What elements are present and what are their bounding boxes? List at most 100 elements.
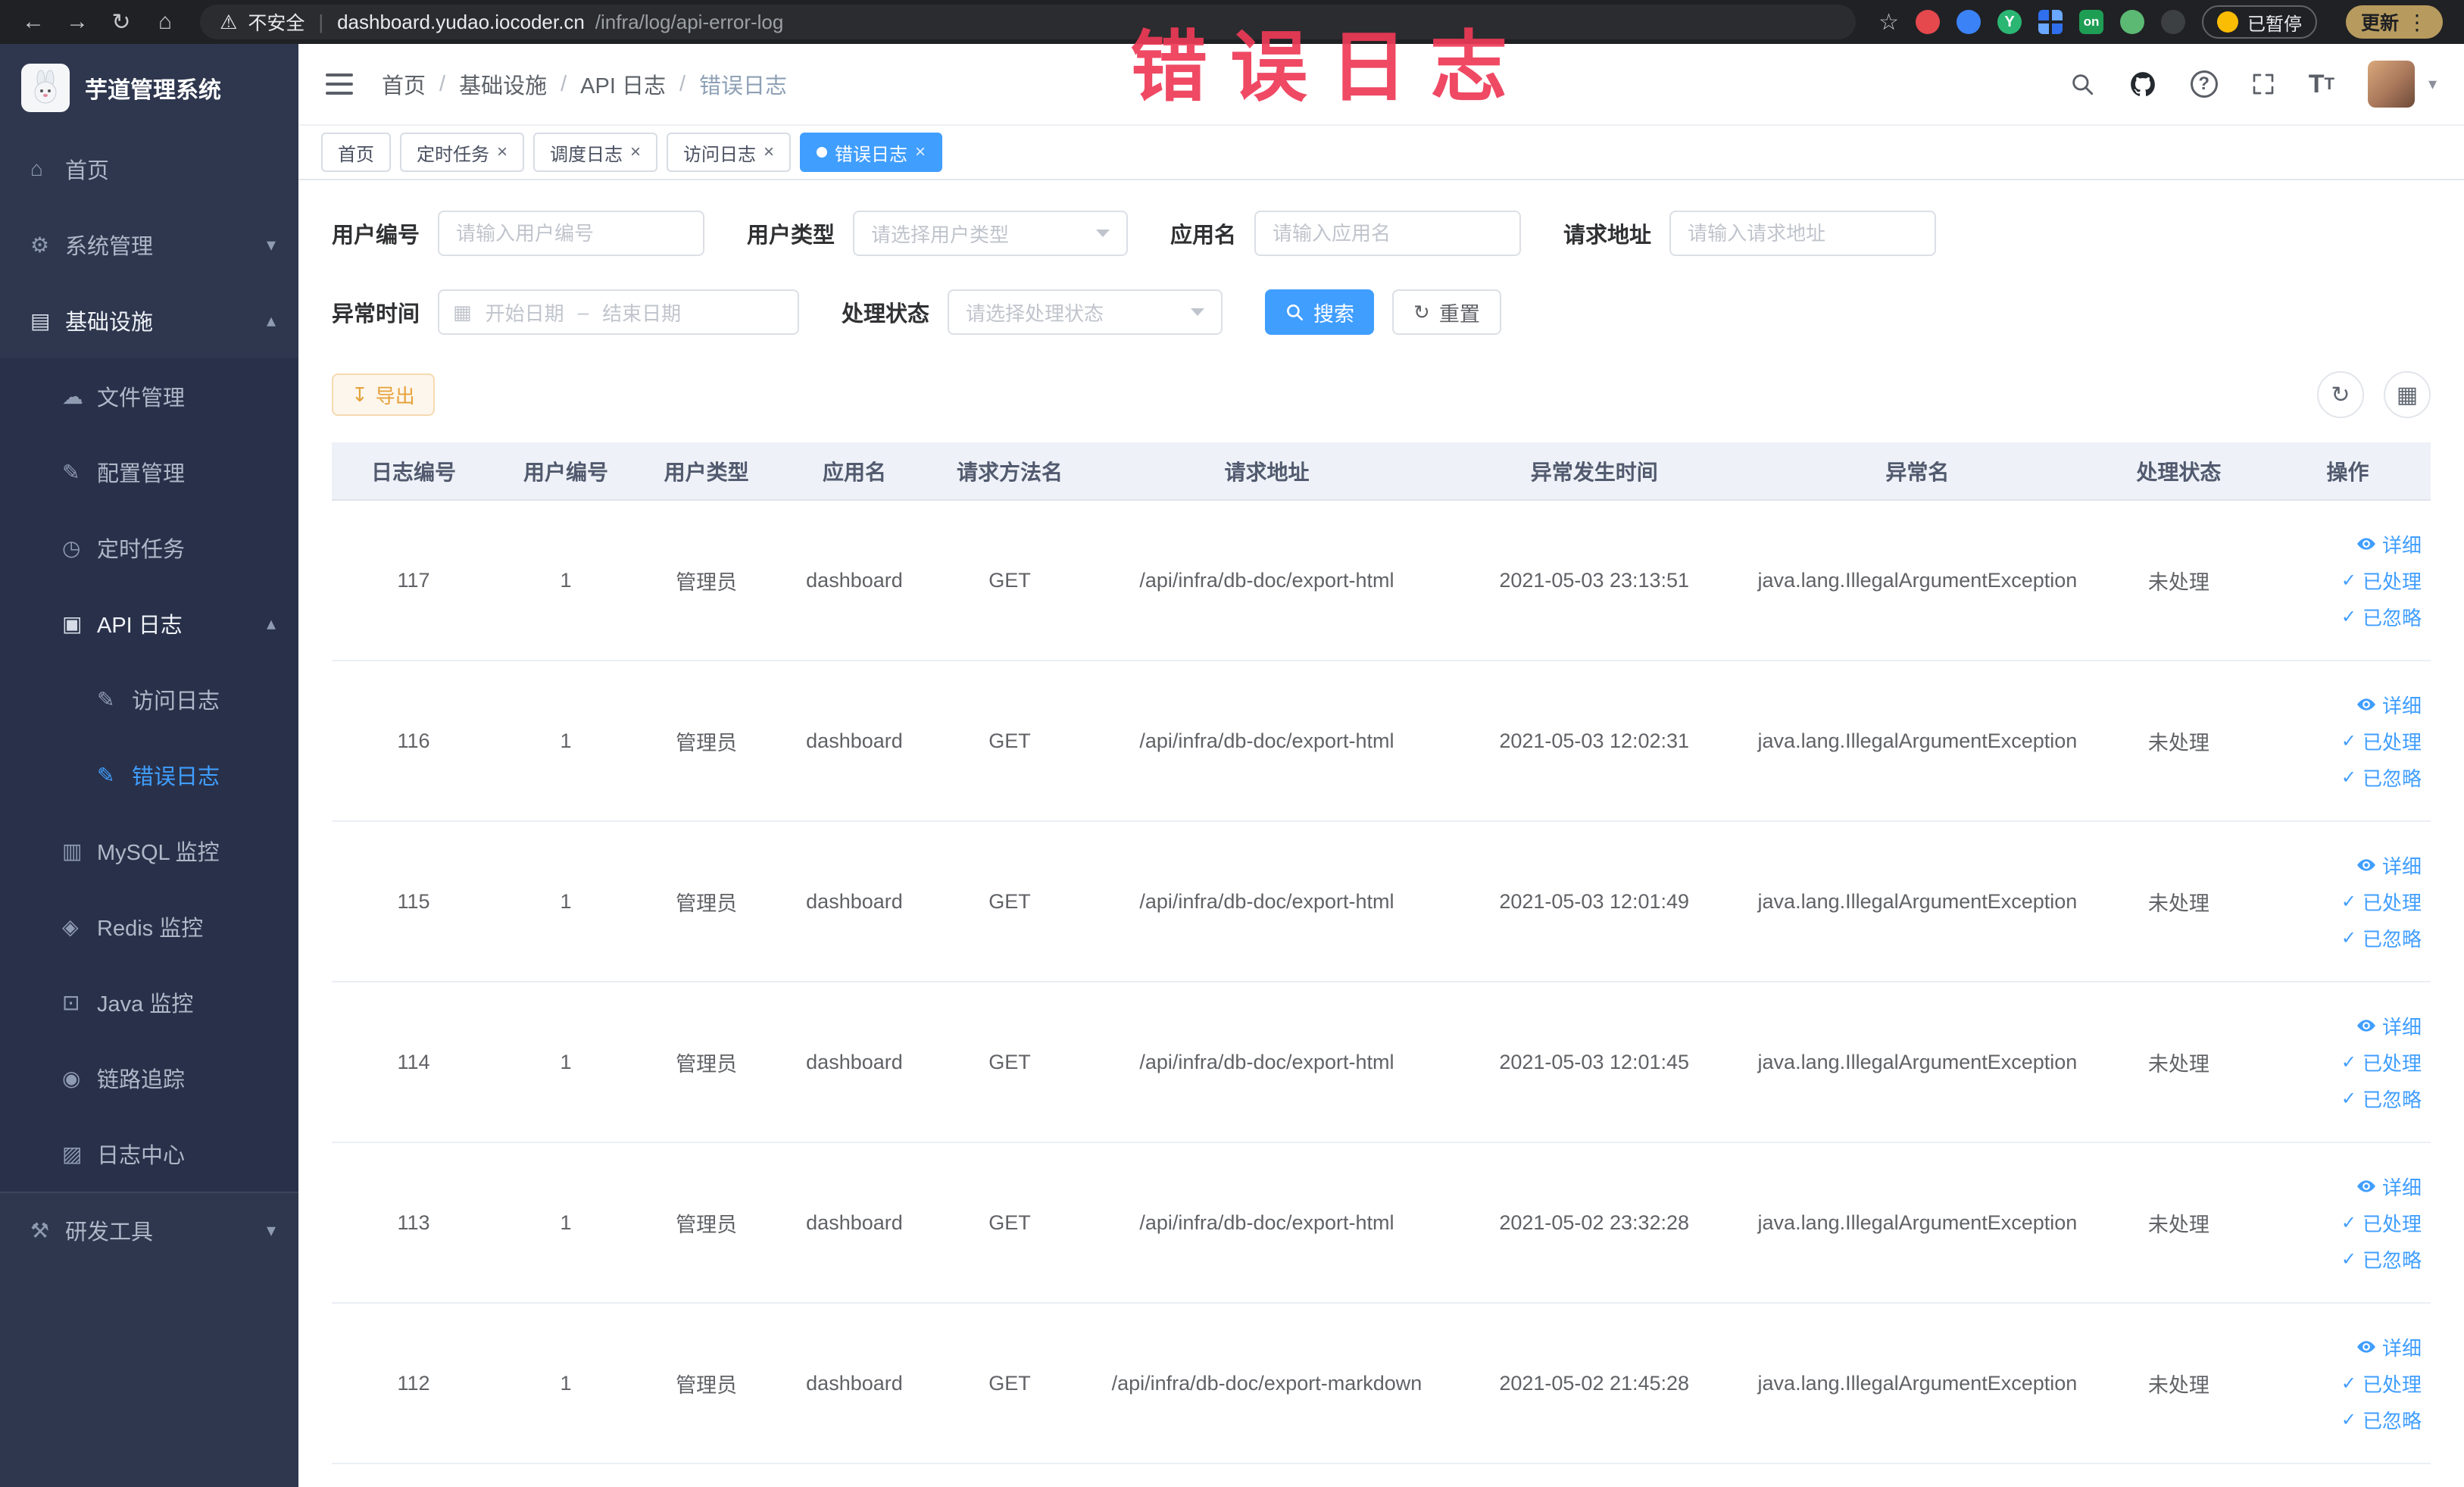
detail-link[interactable]: 详细 <box>2271 686 2422 723</box>
detail-link[interactable]: 详细 <box>2271 1168 2422 1204</box>
extension-icon-leaf[interactable] <box>2119 10 2144 34</box>
cell-exception: java.lang.IllegalArgumentException <box>1742 1303 2093 1464</box>
check-icon: ✓ <box>2341 1051 2356 1073</box>
process-status-select[interactable]: 请选择处理状态 <box>948 289 1223 335</box>
infrastructure-icon: ▤ <box>30 308 51 333</box>
app-name-input[interactable] <box>1254 211 1522 256</box>
address-bar[interactable]: ⚠ 不安全 | dashboard.yudao.iocoder.cn /infr… <box>200 5 1857 39</box>
column-header: 用户编号 <box>495 442 636 501</box>
sidebar-item-home[interactable]: ⌂ 首页 <box>0 131 298 207</box>
extension-icon-dark[interactable] <box>2160 10 2185 34</box>
browser-update-button[interactable]: 更新 ⋮ <box>2345 5 2443 39</box>
extension-icon-blue[interactable] <box>1956 10 1981 34</box>
reload-icon[interactable]: ↻ <box>101 5 141 39</box>
sidebar-item-error-log[interactable]: ✎ 错误日志 <box>0 737 298 813</box>
close-icon[interactable]: × <box>915 142 926 163</box>
avatar[interactable] <box>2367 61 2415 108</box>
extension-icon-teal[interactable]: Y <box>1997 10 2022 34</box>
processed-link[interactable]: ✓ 已处理 <box>2271 1044 2422 1080</box>
url-host: dashboard.yudao.iocoder.cn <box>337 10 585 33</box>
request-url-input[interactable] <box>1669 211 1937 256</box>
tab-错误日志[interactable]: 错误日志 × <box>800 133 943 172</box>
ignored-link[interactable]: ✓ 已忽略 <box>2271 1080 2422 1117</box>
tab-定时任务[interactable]: 定时任务 × <box>400 133 525 172</box>
detail-link[interactable]: 详细 <box>2271 1007 2422 1044</box>
cell-url: /api/infra/db-doc/export-html <box>1087 821 1447 982</box>
ignored-link[interactable]: ✓ 已忽略 <box>2271 759 2422 795</box>
ignored-link[interactable]: ✓ 已忽略 <box>2271 1401 2422 1438</box>
ignored-link[interactable]: ✓ 已忽略 <box>2271 1241 2422 1277</box>
cell-status: 未处理 <box>2092 1142 2266 1304</box>
sidebar-item-infrastructure[interactable]: ▤ 基础设施 ▴ <box>0 283 298 358</box>
ignored-link[interactable]: ✓ 已忽略 <box>2271 920 2422 956</box>
export-button[interactable]: ↧ 导出 <box>332 373 435 416</box>
refresh-button[interactable]: ↻ <box>2317 371 2364 418</box>
extension-icon-grid[interactable] <box>2038 10 2063 34</box>
processed-link[interactable]: ✓ 已处理 <box>2271 723 2422 759</box>
breadcrumb-infrastructure[interactable]: 基础设施 <box>459 68 547 100</box>
check-icon: ✓ <box>2341 730 2356 751</box>
sidebar-item-access-log[interactable]: ✎ 访问日志 <box>0 661 298 737</box>
close-icon[interactable]: × <box>764 142 774 163</box>
sidebar-item-log-center[interactable]: ▨ 日志中心 <box>0 1116 298 1192</box>
close-icon[interactable]: × <box>630 142 641 163</box>
user-type-select[interactable]: 请选择用户类型 <box>853 211 1129 256</box>
processed-link[interactable]: ✓ 已处理 <box>2271 562 2422 598</box>
sidebar-item-dev-tools[interactable]: ⚒ 研发工具 ▾ <box>0 1192 298 1267</box>
redis-monitor-icon: ◈ <box>62 914 79 939</box>
help-icon[interactable]: ? <box>2190 70 2218 98</box>
cell-url: /api/infra/db-doc/export-html <box>1087 500 1447 661</box>
chevron-down-icon[interactable]: ▾ <box>2428 74 2437 94</box>
processed-link[interactable]: ✓ 已处理 <box>2271 1365 2422 1401</box>
cell-method: GET <box>932 500 1088 661</box>
processed-link[interactable]: ✓ 已处理 <box>2271 1204 2422 1241</box>
search-button[interactable]: 搜索 <box>1265 289 1375 335</box>
log-table-body: 117 1 管理员 dashboard GET/api/infra/db-doc/exp… <box>332 500 2431 1464</box>
sidebar-item-api-logs[interactable]: ▣ API 日志 ▴ <box>0 586 298 661</box>
browser-home-icon[interactable]: ⌂ <box>145 5 185 39</box>
search-icon[interactable] <box>2069 71 2095 97</box>
sidebar-item-config-management[interactable]: ✎ 配置管理 <box>0 434 298 510</box>
sidebar-logo: 芋道管理系统 <box>0 44 298 131</box>
github-icon[interactable] <box>2128 70 2157 98</box>
breadcrumb-api-logs[interactable]: API 日志 <box>580 68 666 100</box>
user-id-input[interactable] <box>438 211 705 256</box>
tab-bar: 首页 定时任务 × 调度日志 × 访问日志 × 错误日志 × <box>298 126 2464 180</box>
tab-调度日志[interactable]: 调度日志 × <box>533 133 658 172</box>
detail-link[interactable]: 详细 <box>2271 1329 2422 1365</box>
cell-app: dashboard <box>776 982 932 1143</box>
forward-icon[interactable]: → <box>58 5 97 39</box>
sidebar-toggle-icon[interactable] <box>326 73 353 95</box>
kebab-menu-icon: ⋮ <box>2406 10 2428 34</box>
cell-actions: 详细 ✓ 已处理 ✓ 已忽略 <box>2265 982 2431 1143</box>
detail-link[interactable]: 详细 <box>2271 526 2422 562</box>
sidebar-item-java-monitor[interactable]: ⊡ Java 监控 <box>0 964 298 1040</box>
close-icon[interactable]: × <box>497 142 507 163</box>
sidebar-item-file-management[interactable]: ☁ 文件管理 <box>0 358 298 434</box>
extension-icon-on[interactable]: on <box>2078 10 2103 34</box>
tab-访问日志[interactable]: 访问日志 × <box>667 133 792 172</box>
bookmark-star-icon[interactable]: ☆ <box>1878 9 1899 36</box>
refresh-icon: ↻ <box>1413 300 1430 323</box>
cell-user_type: 管理员 <box>636 821 777 982</box>
column-settings-button[interactable]: ▦ <box>2384 371 2431 418</box>
detail-link[interactable]: 详细 <box>2271 847 2422 883</box>
sidebar-item-redis-monitor[interactable]: ◈ Redis 监控 <box>0 889 298 964</box>
extension-icon-red[interactable] <box>1915 10 1940 34</box>
ignored-link[interactable]: ✓ 已忽略 <box>2271 598 2422 635</box>
sidebar-item-mysql-monitor[interactable]: ▥ MySQL 监控 <box>0 813 298 889</box>
back-icon[interactable]: ← <box>14 5 53 39</box>
paused-chip[interactable]: 已暂停 <box>2201 5 2317 39</box>
sidebar-item-system-management[interactable]: ⚙ 系统管理 ▾ <box>0 207 298 283</box>
reset-button[interactable]: ↻ 重置 <box>1392 289 1501 335</box>
sidebar-item-scheduled-tasks[interactable]: ◷ 定时任务 <box>0 510 298 586</box>
processed-link[interactable]: ✓ 已处理 <box>2271 883 2422 920</box>
tab-首页[interactable]: 首页 <box>321 133 391 172</box>
exception-time-range[interactable]: ▦ 开始日期 – 结束日期 <box>438 289 800 335</box>
calendar-icon: ▦ <box>453 300 472 323</box>
column-header: 异常发生时间 <box>1446 442 1743 501</box>
fullscreen-icon[interactable] <box>2251 72 2275 96</box>
breadcrumb-home[interactable]: 首页 <box>382 68 426 100</box>
font-size-icon[interactable]: TT <box>2309 70 2334 99</box>
sidebar-item-link-trace[interactable]: ◉ 链路追踪 <box>0 1040 298 1116</box>
